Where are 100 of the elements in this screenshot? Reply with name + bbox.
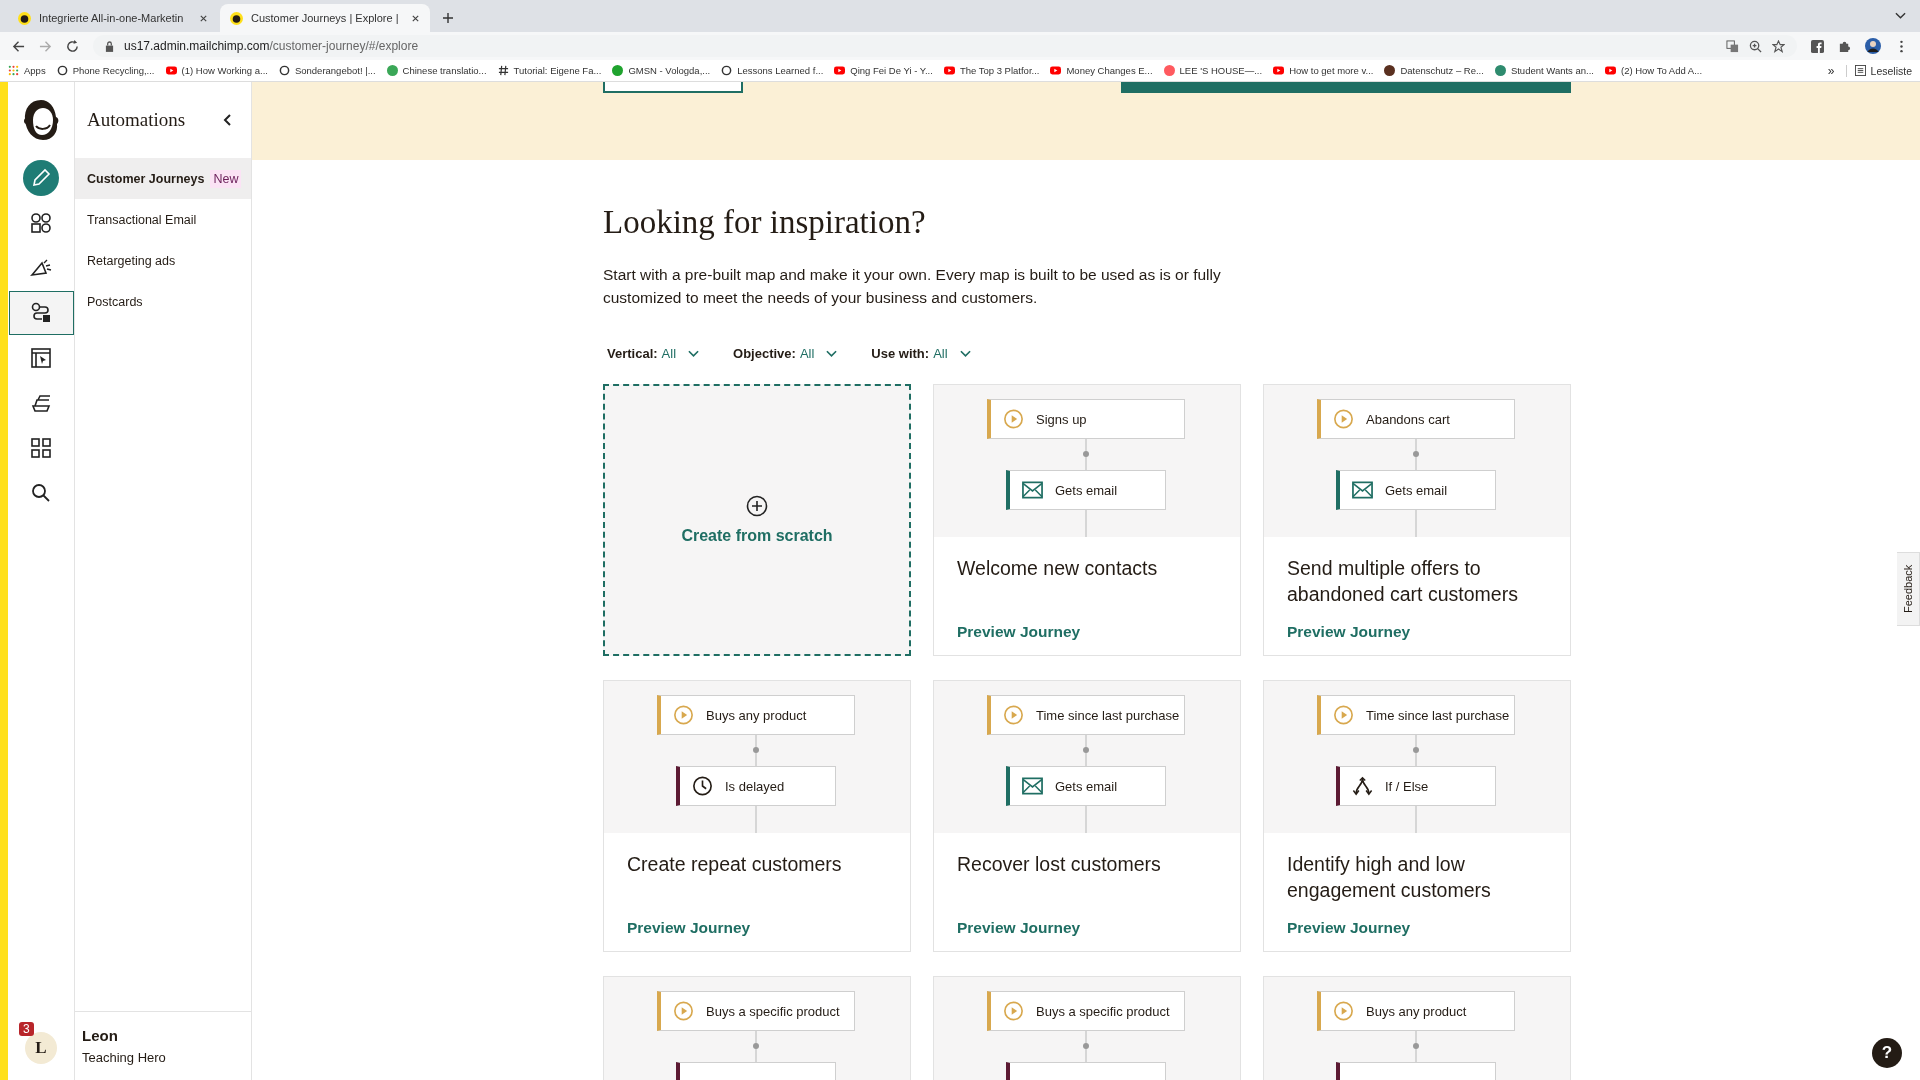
- bookmark[interactable]: (2) How To Add A...: [1604, 65, 1703, 76]
- envelope-icon: [1022, 480, 1043, 500]
- bookmark[interactable]: Student Wants an...: [1494, 65, 1594, 76]
- bookmark[interactable]: The Top 3 Platfor...: [943, 65, 1040, 76]
- bookmark[interactable]: Chinese translatio...: [386, 65, 487, 76]
- connector-line: [1085, 1031, 1087, 1062]
- chevron-down-icon[interactable]: [1895, 12, 1906, 20]
- facebook-icon[interactable]: [1811, 39, 1824, 53]
- journey-card[interactable]: Time since last purchase If / Else Identify high and low engagement customers Preview Journey: [1263, 680, 1571, 952]
- reading-list[interactable]: Leseliste: [1845, 64, 1912, 77]
- play-icon: [673, 1001, 694, 1021]
- feedback-tab[interactable]: Feedback: [1897, 552, 1920, 626]
- address-bar[interactable]: us17.admin.mailchimp.com/customer-journey/#/explore: [93, 35, 1797, 57]
- journey-title: Welcome new contacts: [957, 556, 1159, 581]
- bookmark[interactable]: Sonderangebot! |...: [278, 65, 376, 76]
- flow-icon: [30, 302, 52, 324]
- step-node: Time since last purchase: [987, 695, 1185, 735]
- connector-line: [755, 1031, 757, 1062]
- bookmark[interactable]: Datenschutz – Re...: [1384, 65, 1484, 76]
- sidebar-item-label: Transactional Email: [87, 212, 197, 227]
- step-node: Gets email: [1336, 470, 1496, 510]
- journey-card[interactable]: Buys any product: [1263, 976, 1571, 1080]
- sidebar-item[interactable]: Customer Journeys New: [75, 158, 251, 199]
- connector-line: [1415, 806, 1417, 833]
- url-text: us17.admin.mailchimp.com/customer-journey/#/explore: [124, 39, 419, 53]
- step-node: Time since last purchase: [1317, 695, 1515, 735]
- hash-icon: [497, 65, 509, 76]
- bookmark[interactable]: Tutorial: Eigene Fa...: [497, 65, 602, 76]
- close-icon[interactable]: [411, 13, 420, 23]
- sidebar-item[interactable]: Transactional Email: [75, 199, 251, 240]
- sidebar-title: Automations: [87, 109, 186, 131]
- bookmark[interactable]: Lessons Learned f...: [721, 65, 824, 76]
- ring-icon: [56, 65, 68, 76]
- secondary-button[interactable]: [603, 82, 743, 93]
- close-icon[interactable]: [199, 13, 208, 23]
- people-icon: [30, 212, 52, 234]
- more-bookmarks[interactable]: »: [1827, 63, 1835, 78]
- bookmark[interactable]: How to get more v...: [1273, 65, 1374, 76]
- chevron-down-icon: [688, 349, 700, 358]
- filter-dropdown[interactable]: Objective: All: [733, 346, 838, 361]
- user-name: Leon: [82, 1027, 119, 1044]
- split-arrow-icon: [1352, 776, 1373, 796]
- journey-card[interactable]: Buys a specific product: [933, 976, 1241, 1080]
- journey-card[interactable]: Buys any product Is delayed Create repeat customers Preview Journey: [603, 680, 911, 952]
- preview-link[interactable]: Preview Journey: [957, 919, 1217, 937]
- preview-link[interactable]: Preview Journey: [957, 623, 1217, 641]
- step-node: Buys any product: [657, 695, 855, 735]
- bookmark[interactable]: LEE 'S HOUSE—...: [1163, 65, 1263, 76]
- browser-tab[interactable]: Integrierte All-in-one-Marketin: [8, 4, 218, 32]
- user-avatar[interactable]: L: [25, 1032, 57, 1064]
- filter-dropdown[interactable]: Use with: All: [871, 346, 971, 361]
- play-icon: [165, 65, 177, 76]
- puzzle-icon[interactable]: [1838, 39, 1851, 53]
- plus-circle-icon: [746, 495, 768, 517]
- monkey-logo[interactable]: [21, 98, 61, 142]
- play-icon: [1273, 65, 1285, 76]
- preview-link[interactable]: Preview Journey: [1287, 919, 1547, 937]
- star-icon[interactable]: [1772, 39, 1785, 53]
- sidebar-item[interactable]: Retargeting ads: [75, 240, 251, 281]
- browser-tab[interactable]: Customer Journeys | Explore |: [220, 4, 430, 32]
- play-icon: [1333, 409, 1354, 429]
- step-node: Is delayed: [676, 766, 836, 806]
- translate-icon[interactable]: [1726, 39, 1739, 53]
- bookmark[interactable]: Money Changes E...: [1050, 65, 1153, 76]
- preview-link[interactable]: Preview Journey: [1287, 623, 1547, 641]
- journey-card[interactable]: Abandons cart Gets email Send multiple offers to abandoned cart customers Preview Journey: [1263, 384, 1571, 656]
- back-icon[interactable]: [12, 39, 25, 53]
- connector-line: [755, 806, 757, 833]
- connector-line: [1085, 510, 1087, 537]
- sidebar-item-label: Retargeting ads: [87, 253, 176, 268]
- filter-dropdown[interactable]: Vertical: All: [607, 346, 700, 361]
- avatar-icon[interactable]: [1865, 38, 1881, 54]
- zoom-icon[interactable]: [1749, 39, 1762, 53]
- reload-icon[interactable]: [66, 39, 79, 53]
- bookmark[interactable]: Apps: [8, 65, 46, 76]
- connector-line: [1415, 735, 1417, 766]
- preview-link[interactable]: Preview Journey: [627, 919, 887, 937]
- journey-card[interactable]: Buys a specific product: [603, 976, 911, 1080]
- new-tab-icon[interactable]: [442, 12, 454, 24]
- connector-line: [1415, 510, 1417, 537]
- play-icon: [1003, 1001, 1024, 1021]
- chevron-left-icon[interactable]: [223, 114, 231, 126]
- section-heading: Looking for inspiration?: [603, 204, 927, 241]
- bookmark[interactable]: GMSN - Vologda,...: [612, 65, 711, 76]
- nav-rail-item[interactable]: [8, 291, 74, 335]
- help-button[interactable]: ?: [1872, 1038, 1902, 1068]
- sidebar-item[interactable]: Postcards: [75, 281, 251, 322]
- user-role: Teaching Hero: [82, 1050, 167, 1065]
- play-icon: [1003, 705, 1024, 725]
- intro-text: Start with a pre-built map and make it your own. Every map is built to be used as is or fully customized to meet the needs of your business and customers.: [603, 265, 1222, 308]
- connector-line: [1085, 806, 1087, 833]
- journey-title: Create repeat customers: [627, 852, 843, 877]
- create-card[interactable]: Create from scratch: [603, 384, 911, 656]
- play-icon: [1003, 409, 1024, 429]
- journey-card[interactable]: Time since last purchase Gets email Recover lost customers Preview Journey: [933, 680, 1241, 952]
- stack-icon: [30, 392, 52, 414]
- journey-card[interactable]: Signs up Gets email Welcome new contacts Preview Journey: [933, 384, 1241, 656]
- bookmark[interactable]: Phone Recycling,...: [56, 65, 155, 76]
- bookmark[interactable]: Qing Fei De Yi - Y...: [834, 65, 933, 76]
- bookmark[interactable]: (1) How Working a...: [165, 65, 268, 76]
